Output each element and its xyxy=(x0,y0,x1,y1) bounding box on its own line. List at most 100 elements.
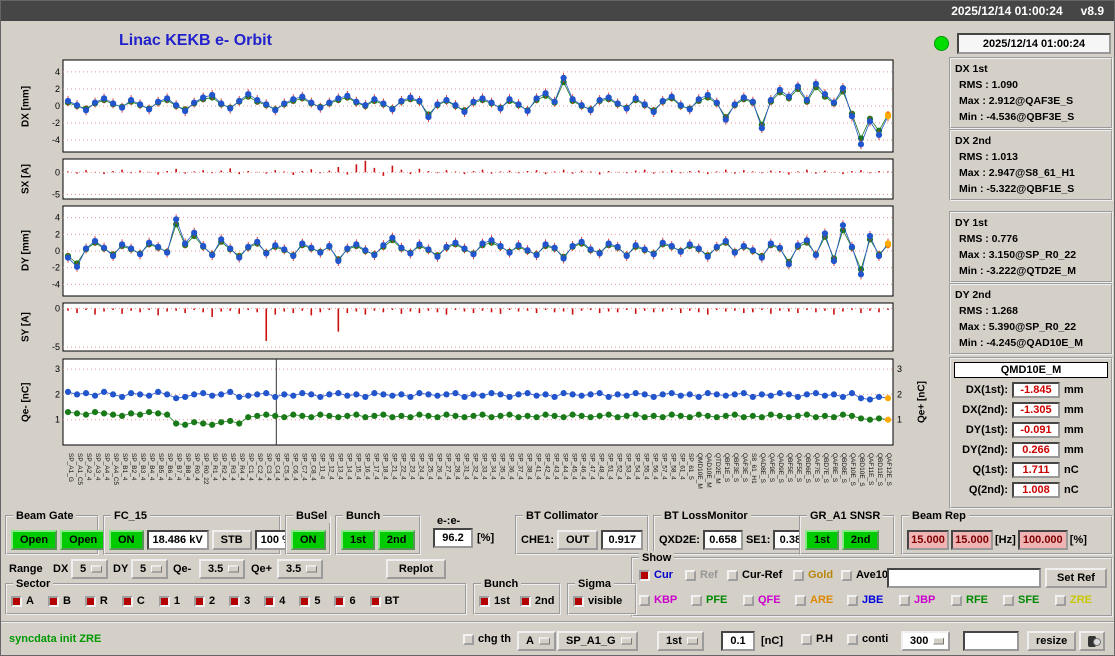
dy-plot: 4 2 0 -2 -4 xyxy=(52,205,894,297)
stats-rms: RMS : 0.776 xyxy=(959,233,1018,245)
svg-text:SP_R2_4: SP_R2_4 xyxy=(220,453,227,481)
chart-dy: DY [mm] 4 2 0 -2 -4 xyxy=(19,204,933,298)
threshold-input[interactable]: 0.1 xyxy=(721,631,755,651)
sector-5-checkbox[interactable]: 5 xyxy=(299,595,320,607)
stats-title: DY 2nd xyxy=(955,289,991,301)
show-jbp-checkbox[interactable]: JBP xyxy=(899,594,935,606)
replot-button[interactable]: Replot xyxy=(386,559,446,579)
checkbox-indicator xyxy=(519,595,531,607)
ee-ratio-label: e-:e- xyxy=(437,515,461,527)
bunch-item-label: 2nd xyxy=(534,595,555,607)
bunch-select[interactable]: 1st xyxy=(657,631,704,651)
show-ref-checkbox[interactable]: Ref xyxy=(685,569,718,581)
monitor-row: DX(2nd): -1.305 mm xyxy=(954,400,1108,420)
sy-axis-label: SY [A] xyxy=(20,312,32,342)
titlebar-datetime: 2025/12/14 01:00:24 xyxy=(951,4,1063,18)
show-jbe-checkbox[interactable]: JBE xyxy=(847,594,883,606)
fc15-on-button[interactable]: ON xyxy=(109,530,144,550)
bunch-1st-button[interactable]: 1st xyxy=(341,530,375,550)
conti-checkbox[interactable]: conti xyxy=(847,633,888,645)
sector-1-checkbox[interactable]: 1 xyxy=(158,595,180,607)
bunch-1st-checkbox[interactable]: 1st xyxy=(479,595,510,607)
show-sfe-checkbox[interactable]: SFE xyxy=(1003,594,1039,606)
bunch-2nd-checkbox[interactable]: 2nd xyxy=(519,595,555,607)
show-cur-checkbox[interactable]: Cur xyxy=(639,569,673,581)
resize-button[interactable]: resize xyxy=(1027,631,1077,651)
chart-sx: SX [A] 0 -5 xyxy=(19,157,933,201)
che1-out-button[interactable]: OUT xyxy=(557,530,599,550)
dx-plot: 4 2 0 -2 -4 xyxy=(52,59,894,153)
checkbox-indicator xyxy=(334,595,346,607)
svg-text:QBD10E_S: QBD10E_S xyxy=(858,453,865,487)
svg-text:SP_A1_G: SP_A1_G xyxy=(67,453,74,482)
svg-text:SP_57_4: SP_57_4 xyxy=(660,453,667,480)
sigma-label: Sigma xyxy=(575,577,615,591)
svg-text:SP_17_4: SP_17_4 xyxy=(373,453,380,480)
interval-select[interactable]: 300 xyxy=(901,631,951,651)
stats-dx-2nd: DX 2nd RMS : 1.013 Max : 2.947@S8_61_H1 … xyxy=(949,129,1113,201)
svg-text:2: 2 xyxy=(55,229,60,239)
show-kbp-checkbox[interactable]: KBP xyxy=(639,594,677,606)
svg-text:SP_A2_4: SP_A2_4 xyxy=(85,453,92,481)
svg-text:SP_46_4: SP_46_4 xyxy=(579,453,586,480)
svg-text:QAF11E_S: QAF11E_S xyxy=(867,453,874,486)
range-qe-plus-select[interactable]: 3.5 xyxy=(277,559,324,579)
busel-on-button[interactable]: ON xyxy=(291,530,326,550)
stats-rms: RMS : 1.268 xyxy=(959,305,1018,317)
show-rfe-checkbox[interactable]: RFE xyxy=(951,594,988,606)
screenshot-button[interactable] xyxy=(1079,631,1105,651)
range-qe-plus-label: Qe+ xyxy=(251,563,273,575)
sigma-visible-checkbox[interactable]: visible xyxy=(573,595,622,607)
beam-gate-group: Beam Gate Open Open xyxy=(5,509,107,555)
beam-rep-group: Beam Rep 15.000 15.000 [Hz] 100.000 [%] xyxy=(901,509,1113,555)
show-pfe-checkbox[interactable]: PFE xyxy=(691,594,727,606)
gr-a1-snsr-group: GR_A1 SNSR 1st 2nd xyxy=(799,509,895,555)
beam-gate-open-1-button[interactable]: Open xyxy=(11,530,58,550)
show-gold-checkbox[interactable]: Gold xyxy=(793,569,833,581)
stats-min: Min : -3.222@QTD2E_M xyxy=(959,265,1077,277)
show-qfe-checkbox[interactable]: QFE xyxy=(743,594,781,606)
fc15-stb-button[interactable]: STB xyxy=(211,530,252,550)
beam-gate-open-2-button[interactable]: Open xyxy=(60,530,107,550)
svg-text:-2: -2 xyxy=(52,263,60,273)
set-ref-button[interactable]: Set Ref xyxy=(1045,568,1107,588)
svg-text:SP_33_4: SP_33_4 xyxy=(480,453,487,480)
show-are-checkbox[interactable]: ARE xyxy=(795,594,833,606)
ref-name-input[interactable] xyxy=(887,568,1041,588)
sector-a-checkbox[interactable]: A xyxy=(11,595,34,607)
ph-checkbox[interactable]: P.H xyxy=(801,633,833,645)
sector-3-checkbox[interactable]: 3 xyxy=(229,595,250,607)
sector-r-checkbox[interactable]: R xyxy=(84,595,108,607)
status-entry[interactable] xyxy=(963,631,1019,651)
svg-text:QTD2E_M: QTD2E_M xyxy=(714,453,721,484)
bpm-select[interactable]: SP_A1_G xyxy=(557,631,638,651)
svg-text:SP_36_4: SP_36_4 xyxy=(507,453,514,480)
snsr-1st-button[interactable]: 1st xyxy=(805,530,839,550)
fc15-group: FC_15 ON 18.486 kV STB 100 % xyxy=(103,509,298,555)
dy-axis-label: DY [mm] xyxy=(20,230,32,272)
monitor-label: Q(1st): xyxy=(972,464,1008,476)
busel-label: BuSel xyxy=(293,509,331,523)
show-zre-checkbox[interactable]: ZRE xyxy=(1055,594,1092,606)
snsr-2nd-button[interactable]: 2nd xyxy=(841,530,880,550)
monitor-row: DY(2nd): 0.266 mm xyxy=(954,440,1108,460)
svg-text:QAF3E_S: QAF3E_S xyxy=(741,453,748,483)
sector-2-checkbox[interactable]: 2 xyxy=(193,595,215,607)
show-cur-ref-checkbox[interactable]: Cur-Ref xyxy=(727,569,782,581)
svg-text:SP_R3_4: SP_R3_4 xyxy=(229,453,236,481)
sector-4-checkbox[interactable]: 4 xyxy=(264,595,285,607)
svg-text:1: 1 xyxy=(55,415,60,425)
sector-b-checkbox[interactable]: B xyxy=(47,595,71,607)
range-dy-select[interactable]: 5 xyxy=(131,559,169,579)
stats-title: DX 1st xyxy=(955,63,988,75)
chg-th-checkbox[interactable]: chg th xyxy=(463,633,511,645)
sector-bt-checkbox[interactable]: BT xyxy=(369,595,399,607)
show-ave10-checkbox[interactable]: Ave10 xyxy=(841,569,888,581)
sector-select[interactable]: A xyxy=(517,631,556,651)
bt-collimator-group: BT Collimator CHE1: OUT 0.917 xyxy=(515,509,649,555)
bunch-2nd-button[interactable]: 2nd xyxy=(377,530,416,550)
sector-c-checkbox[interactable]: C xyxy=(121,595,145,607)
range-dx-select[interactable]: 5 xyxy=(71,559,109,579)
sector-6-checkbox[interactable]: 6 xyxy=(334,595,356,607)
range-qe-minus-select[interactable]: 3.5 xyxy=(199,559,246,579)
